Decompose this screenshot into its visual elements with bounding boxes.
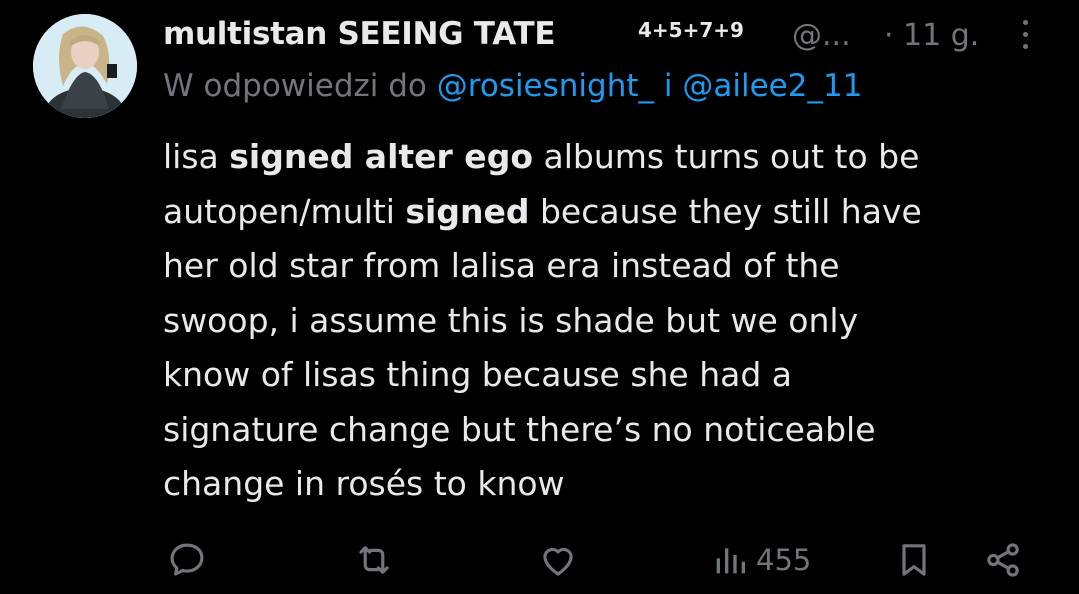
reply-conjunction: i [663, 68, 673, 104]
text-segment: albums turns out to be [533, 137, 920, 176]
text-segment: autopen/multi [163, 191, 406, 231]
text-segment: lisa [163, 137, 230, 176]
reply-context: W odpowiedzi do @rosiesnight_ i @ailee2_… [163, 68, 862, 104]
text-segment: because they still have [529, 191, 922, 231]
reply-mention-link[interactable]: @rosiesnight_ [437, 68, 654, 104]
text-segment: signature change but there’s no noticeab… [163, 409, 876, 449]
bookmark-button[interactable] [894, 530, 934, 590]
retweet-button[interactable] [353, 530, 395, 590]
highlighted-term: signed alter ego [229, 137, 533, 176]
reply-button[interactable] [166, 530, 208, 590]
name-superscript: 4+5+7+9 [638, 18, 744, 42]
text-segment: swoop, i assume this is shade but we onl… [163, 300, 859, 340]
tweet-text-line: swoop, i assume this is shade but we onl… [163, 294, 1043, 349]
views-button[interactable]: 455 [710, 530, 811, 590]
share-button[interactable] [982, 530, 1024, 590]
tweet-text-line: lisa signed alter ego albums turns out t… [163, 130, 1043, 185]
text-segment: know of lisas thing because she had a [163, 355, 793, 394]
bookmark-icon [902, 544, 926, 576]
like-icon [543, 547, 573, 576]
retweet-icon [359, 546, 389, 574]
tweet-text-line: change in rosés to know [163, 457, 1043, 512]
tweet-text-line: her old star from lalisa era instead of … [163, 239, 1043, 294]
action-bar: 455 [0, 530, 1079, 590]
avatar[interactable] [33, 14, 137, 118]
timestamp[interactable]: 11 g. [903, 18, 979, 53]
display-name[interactable]: multistan SEEING TATE [163, 16, 556, 52]
reply-icon [170, 543, 204, 576]
highlighted-term: signed [405, 191, 530, 231]
avatar-photo [33, 14, 137, 118]
like-button[interactable] [537, 530, 579, 590]
reply-prefix: W odpowiedzi do [163, 68, 427, 104]
views-icon [716, 548, 745, 574]
text-segment: her old star from lalisa era instead of … [163, 246, 840, 285]
text-segment: change in rosés to know [163, 464, 565, 503]
tweet-text-line: autopen/multi signed because they still … [163, 185, 1043, 240]
tweet-text-line: signature change but there’s no noticeab… [163, 403, 1043, 458]
reply-mention-link[interactable]: @ailee2_11 [682, 68, 862, 104]
separator-dot: · [884, 18, 894, 53]
share-icon [987, 543, 1019, 577]
user-handle[interactable]: @... [792, 18, 851, 53]
tweet-text-line: know of lisas thing because she had a [163, 348, 1043, 403]
views-count: 455 [756, 543, 812, 577]
more-options-icon[interactable] [1017, 14, 1033, 54]
tweet-text: lisa signed alter ego albums turns out t… [163, 130, 1043, 512]
tweet-header: multistan SEEING TATE 4+5+7+9 @... · 11 … [163, 10, 1063, 60]
